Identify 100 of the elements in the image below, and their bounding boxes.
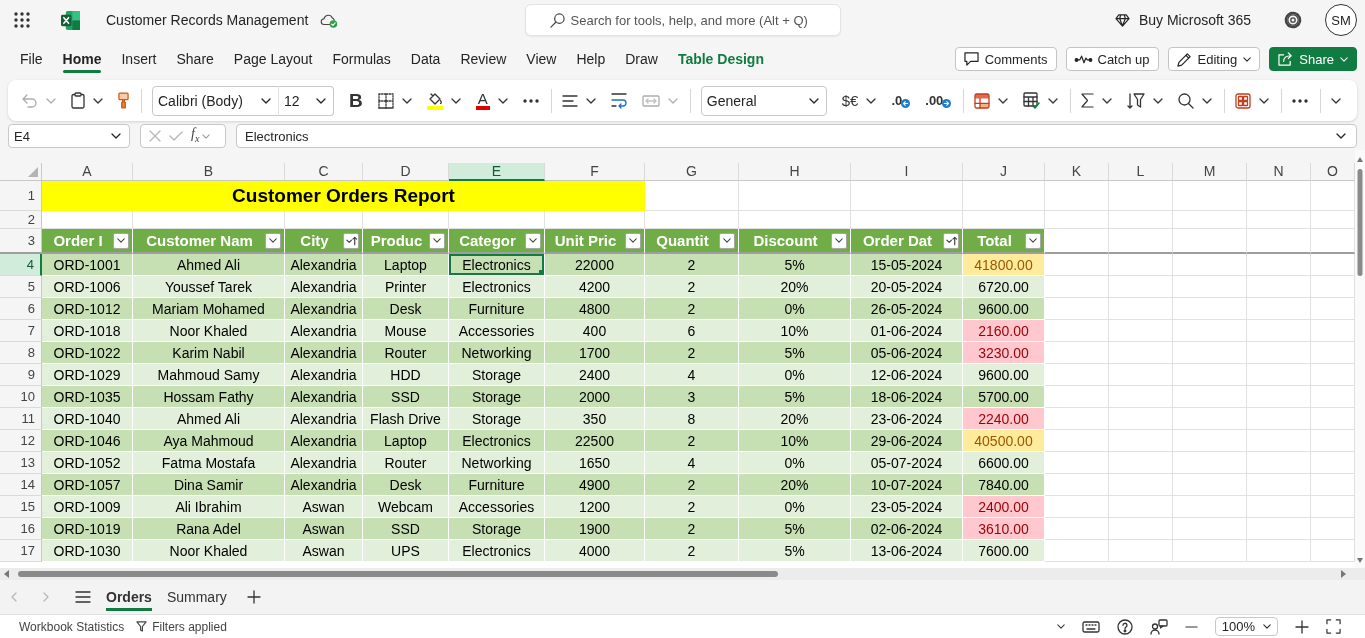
filter-button[interactable] — [525, 232, 541, 249]
chevron-down-icon[interactable] — [1336, 133, 1346, 139]
menu-tab[interactable]: Share — [166, 44, 224, 74]
column-header[interactable]: A — [42, 163, 133, 181]
column-header[interactable]: F — [545, 163, 645, 181]
share-button[interactable]: Share — [1269, 47, 1357, 71]
font-dropdown[interactable]: Calibri (Body) — [152, 85, 279, 116]
search-field[interactable]: Search for tools, help, and more (Alt + Q) — [524, 4, 841, 36]
insert-function-button[interactable]: f$_{x}$ — [191, 126, 200, 146]
status-button[interactable]: Filters applied — [136, 619, 227, 634]
menu-tab[interactable]: Table Design — [667, 44, 774, 74]
sigma-icon[interactable] — [1081, 93, 1095, 108]
row-header[interactable]: 4 — [0, 254, 42, 276]
increase-decimal-button[interactable]: .00 — [925, 93, 952, 108]
wrap-text-icon[interactable] — [610, 92, 627, 109]
borders-icon[interactable] — [377, 92, 394, 109]
paint-bucket-icon[interactable] — [426, 91, 443, 110]
filter-button[interactable] — [625, 232, 641, 249]
sort-filter-icon[interactable] — [1127, 92, 1146, 109]
column-header[interactable]: B — [133, 163, 285, 181]
chevron-down-icon[interactable] — [1259, 97, 1270, 104]
sheet-tab[interactable]: Summary — [166, 583, 227, 611]
name-box[interactable]: E4 — [8, 124, 130, 148]
app-launcher-icon[interactable] — [14, 12, 30, 28]
font-color-button[interactable]: A — [475, 91, 490, 110]
horizontal-scrollbar[interactable] — [0, 568, 1365, 580]
column-header[interactable]: O — [1311, 163, 1355, 181]
menu-tab[interactable]: File — [10, 44, 53, 74]
decrease-decimal-button[interactable]: .0 — [891, 93, 911, 108]
add-sheet-icon[interactable] — [246, 590, 261, 604]
check-icon[interactable] — [169, 131, 183, 141]
buy-button[interactable]: Buy Microsoft 365 — [1114, 12, 1251, 28]
row-header[interactable]: 14 — [0, 474, 42, 496]
column-header[interactable]: C — [285, 163, 363, 181]
align-icon[interactable] — [561, 94, 578, 107]
row-header[interactable]: 1 — [0, 181, 42, 211]
filter-button[interactable] — [429, 232, 445, 249]
chevron-down-icon[interactable] — [497, 97, 508, 104]
table-grid-icon[interactable] — [974, 92, 991, 109]
column-header[interactable]: D — [363, 163, 449, 181]
chevron-down-icon[interactable] — [401, 97, 412, 104]
menu-tab[interactable]: Review — [450, 44, 517, 74]
filter-button[interactable] — [265, 232, 281, 249]
column-header[interactable]: I — [851, 163, 963, 181]
vertical-scrollbar[interactable] — [1355, 150, 1365, 568]
row-header[interactable]: 15 — [0, 496, 42, 518]
catch-up-button[interactable]: Catch up — [1065, 47, 1159, 71]
row-header[interactable]: 3 — [0, 229, 42, 254]
search-icon[interactable] — [1178, 92, 1195, 109]
row-header[interactable]: 8 — [0, 342, 42, 364]
row-header[interactable]: 10 — [0, 386, 42, 408]
row-header[interactable]: 7 — [0, 320, 42, 342]
zoom-out-icon[interactable] — [1184, 625, 1198, 628]
chevron-down-icon[interactable] — [1102, 97, 1113, 104]
fullscreen-icon[interactable] — [1326, 619, 1341, 634]
menu-icon[interactable] — [75, 591, 91, 603]
zoom-in-icon[interactable] — [1295, 619, 1309, 634]
menu-tab[interactable]: Insert — [111, 44, 167, 74]
row-header[interactable]: 17 — [0, 540, 42, 562]
chevron-down-icon[interactable] — [93, 97, 103, 104]
chevron-down-icon[interactable] — [585, 97, 596, 104]
menu-tab[interactable]: Data — [400, 44, 451, 74]
column-header[interactable]: E — [449, 163, 545, 181]
currency-button[interactable]: $€ — [841, 92, 859, 109]
column-header[interactable]: K — [1045, 163, 1109, 181]
column-header[interactable]: N — [1247, 163, 1311, 181]
account-avatar[interactable]: SM — [1325, 4, 1357, 36]
zoom-dropdown[interactable]: 100% — [1214, 617, 1278, 636]
chevron-down-icon[interactable] — [998, 97, 1009, 104]
filter-button[interactable] — [831, 232, 847, 249]
menu-tab[interactable]: Home — [52, 44, 112, 74]
column-header[interactable]: G — [645, 163, 739, 181]
row-header[interactable]: 2 — [0, 211, 42, 229]
more-icon[interactable] — [522, 98, 539, 103]
menu-tab[interactable]: View — [516, 44, 567, 74]
chevron-down-icon[interactable] — [1153, 97, 1164, 104]
paintbrush-icon[interactable] — [118, 92, 129, 109]
comments-button[interactable]: Comments — [954, 47, 1057, 71]
chevron-down-icon[interactable] — [1048, 97, 1059, 104]
table-check-icon[interactable] — [1023, 92, 1041, 109]
chevron-down-icon[interactable] — [866, 97, 877, 104]
column-header[interactable]: H — [739, 163, 851, 181]
filter-button[interactable] — [719, 232, 735, 249]
row-header[interactable]: 12 — [0, 430, 42, 452]
menu-tab[interactable]: Formulas — [322, 44, 401, 74]
menu-tab[interactable]: Draw — [615, 44, 668, 74]
formula-field[interactable]: Electronics — [236, 124, 1357, 148]
chevron-down-icon[interactable] — [450, 97, 461, 104]
settings-icon[interactable] — [1284, 11, 1302, 29]
feedback-icon[interactable] — [1149, 618, 1168, 635]
chevron-down-icon[interactable] — [1056, 624, 1065, 629]
status-button[interactable]: Workbook Statistics — [19, 619, 125, 634]
help-icon[interactable] — [1116, 618, 1133, 635]
more-icon[interactable] — [1292, 98, 1309, 103]
row-header[interactable]: 11 — [0, 408, 42, 430]
column-header[interactable]: L — [1109, 163, 1173, 181]
column-header[interactable]: J — [963, 163, 1045, 181]
sheet-tab[interactable]: Orders — [106, 583, 152, 611]
grid-squares-icon[interactable] — [1235, 92, 1252, 109]
number-format-dropdown[interactable]: General — [700, 85, 827, 116]
